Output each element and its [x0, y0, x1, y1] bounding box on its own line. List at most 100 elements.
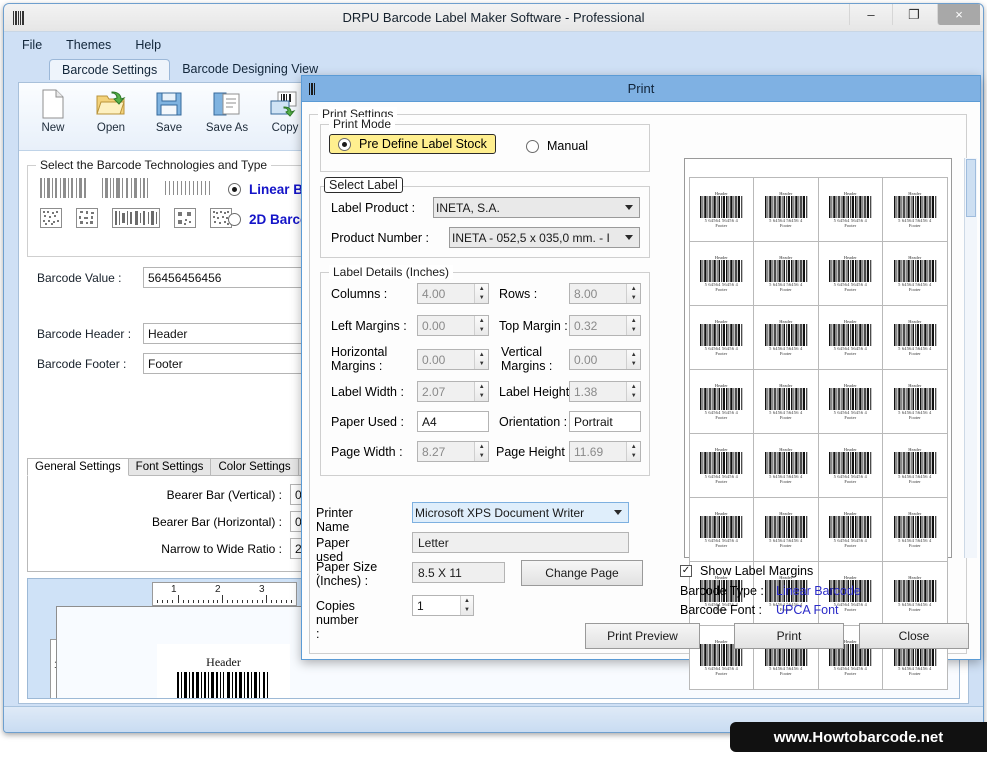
vertical-margins-stepper[interactable]: ▲▼: [569, 349, 641, 370]
radio-pre-define-indicator[interactable]: [338, 137, 351, 151]
page-height-input[interactable]: [570, 442, 627, 461]
columns-label: Columns :: [331, 287, 388, 301]
new-document-icon: [31, 87, 75, 121]
tab-font-settings[interactable]: Font Settings: [127, 458, 212, 476]
label-preview-cell-footer: Footer: [779, 286, 792, 292]
toolbar-open-button[interactable]: Open: [89, 87, 133, 134]
tab-barcode-settings[interactable]: Barcode Settings: [49, 59, 171, 80]
label-width-stepper[interactable]: ▲▼: [417, 381, 489, 402]
label-preview-cell-barcode: [829, 451, 873, 474]
label-product-select[interactable]: INETA, S.A.: [433, 197, 640, 218]
page-height-stepper[interactable]: ▲▼: [569, 441, 641, 462]
label-preview-cell-footer: Footer: [779, 414, 792, 420]
radio-2d-indicator[interactable]: [228, 212, 241, 226]
orientation-value[interactable]: Portrait: [569, 411, 641, 432]
label-preview-cell-barcode: [764, 451, 808, 474]
preview-vertical-scrollbar[interactable]: [964, 158, 977, 558]
minimize-button[interactable]: –: [849, 4, 892, 25]
linear-sample-1-icon[interactable]: [40, 177, 88, 201]
label-info-block: ✓ Show Label Margins Barcode Type : Line…: [680, 564, 861, 617]
label-preview-card[interactable]: Header: [157, 644, 290, 698]
barcode-type-value[interactable]: Linear Barcode: [776, 584, 861, 598]
radio-manual[interactable]: Manual: [526, 139, 588, 153]
copies-number-arrows[interactable]: ▲ ▼: [459, 596, 473, 615]
barcode-type-row: Barcode Type : Linear Barcode: [680, 584, 861, 598]
page-width-input[interactable]: [418, 442, 475, 461]
label-sheet-preview[interactable]: Header 5 64564 56456 4 Footer Header 5 64564…: [684, 158, 952, 690]
preview-scroll-thumb[interactable]: [966, 159, 976, 217]
tab-general-settings[interactable]: General Settings: [27, 458, 129, 476]
change-page-button[interactable]: Change Page: [521, 560, 643, 586]
print-preview-button[interactable]: Print Preview: [585, 623, 700, 649]
label-preview-cell-barcode: [893, 451, 937, 474]
close-button[interactable]: ×: [937, 4, 980, 25]
show-label-margins-checkbox[interactable]: ✓: [680, 565, 692, 577]
label-height-input[interactable]: [570, 382, 627, 401]
toolbar-saveas-label: Save As: [205, 122, 249, 134]
matrix-sample-1-icon[interactable]: [40, 207, 62, 231]
label-width-label: Label Width :: [331, 385, 404, 399]
close-button-dialog[interactable]: Close: [859, 623, 969, 649]
menu-item-themes[interactable]: Themes: [66, 38, 111, 52]
label-preview-cell: Header5 64564 56456 4Footer: [688, 368, 754, 434]
radio-manual-indicator[interactable]: [526, 139, 539, 153]
horizontal-margins-arrows[interactable]: ▲ ▼: [474, 350, 488, 369]
maximize-button[interactable]: ❐: [892, 4, 935, 25]
copies-number-input[interactable]: [413, 596, 460, 615]
columns-input[interactable]: [418, 284, 475, 303]
left-margins-input[interactable]: [418, 316, 475, 335]
label-details-caption: Label Details (Inches): [329, 265, 454, 279]
vertical-margins-arrows[interactable]: ▲ ▼: [626, 350, 640, 369]
rows-arrows[interactable]: ▲ ▼: [626, 284, 640, 303]
label-width-input[interactable]: [418, 382, 475, 401]
label-height-arrows[interactable]: ▲ ▼: [626, 382, 640, 401]
left-margins-arrows[interactable]: ▲ ▼: [474, 316, 488, 335]
left-margins-stepper[interactable]: ▲▼: [417, 315, 489, 336]
printer-paper-used-value[interactable]: Letter: [412, 532, 629, 553]
label-preview-cell-footer: Footer: [908, 542, 921, 548]
rows-stepper[interactable]: ▲▼: [569, 283, 641, 304]
menu-item-file[interactable]: File: [22, 38, 42, 52]
radio-pre-define-label-stock[interactable]: Pre Define Label Stock: [329, 134, 496, 154]
label-preview-cell: Header5 64564 56456 4Footer: [753, 432, 819, 498]
top-margin-arrows[interactable]: ▲ ▼: [626, 316, 640, 335]
linear-sample-3-icon[interactable]: [164, 178, 212, 201]
label-width-arrows[interactable]: ▲ ▼: [474, 382, 488, 401]
matrix-sample-2-icon[interactable]: [76, 207, 98, 231]
radio-linear-indicator[interactable]: [228, 182, 241, 196]
page-width-stepper[interactable]: ▲▼: [417, 441, 489, 462]
barcode-font-value[interactable]: UPCA Font: [776, 603, 839, 617]
print-button[interactable]: Print: [734, 623, 844, 649]
label-preview-cell-barcode: [700, 259, 744, 282]
page-width-arrows[interactable]: ▲ ▼: [474, 442, 488, 461]
qr-sample-1-icon[interactable]: [174, 207, 196, 231]
top-margin-input[interactable]: [570, 316, 627, 335]
rows-input[interactable]: [570, 284, 627, 303]
label-preview-cell-footer: Footer: [715, 542, 728, 548]
columns-stepper[interactable]: ▲▼: [417, 283, 489, 304]
product-number-select[interactable]: INETA - 052,5 x 035,0 mm. - I: [449, 227, 640, 248]
page-height-arrows[interactable]: ▲ ▼: [626, 442, 640, 461]
printer-name-select[interactable]: Microsoft XPS Document Writer: [412, 502, 629, 523]
label-height-stepper[interactable]: ▲▼: [569, 381, 641, 402]
top-margin-stepper[interactable]: ▲▼: [569, 315, 641, 336]
paper-used-value[interactable]: A4: [417, 411, 489, 432]
canvas-label-header: Header: [206, 655, 241, 669]
label-product-label: Label Product :: [331, 201, 416, 215]
columns-arrows[interactable]: ▲ ▼: [474, 284, 488, 303]
linear-sample-2-icon[interactable]: [102, 177, 150, 201]
toolbar-save-button[interactable]: Save: [147, 87, 191, 134]
toolbar-saveas-button[interactable]: Save As: [205, 87, 249, 134]
toolbar-new-button[interactable]: New: [31, 87, 75, 134]
vertical-margins-input[interactable]: [570, 350, 627, 369]
copies-number-stepper[interactable]: ▲▼: [412, 595, 474, 616]
paper-size-value[interactable]: 8.5 X 11: [412, 562, 505, 583]
show-label-margins-row[interactable]: ✓ Show Label Margins: [680, 564, 861, 578]
show-label-margins-label: Show Label Margins: [700, 564, 814, 578]
pdf417-sample-icon[interactable]: [112, 207, 160, 231]
horizontal-margins-input[interactable]: [418, 350, 475, 369]
label-preview-cell-footer: Footer: [844, 350, 857, 356]
tab-color-settings[interactable]: Color Settings: [210, 458, 299, 476]
horizontal-margins-stepper[interactable]: ▲▼: [417, 349, 489, 370]
menu-item-help[interactable]: Help: [135, 38, 161, 52]
